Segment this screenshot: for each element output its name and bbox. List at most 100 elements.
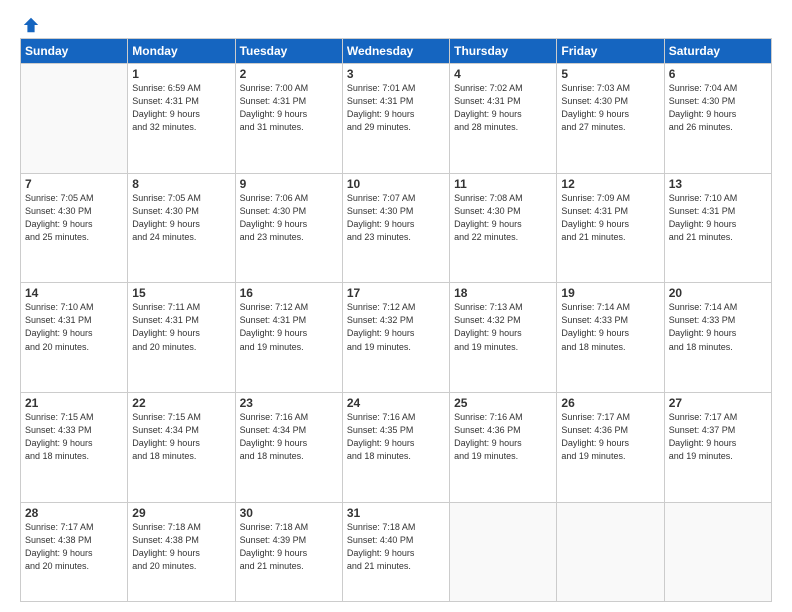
day-detail: Sunrise: 7:07 AMSunset: 4:30 PMDaylight:… [347,192,445,244]
calendar-cell: 24Sunrise: 7:16 AMSunset: 4:35 PMDayligh… [342,393,449,503]
day-detail: Sunrise: 7:13 AMSunset: 4:32 PMDaylight:… [454,301,552,353]
day-number: 14 [25,286,123,300]
day-detail: Sunrise: 7:01 AMSunset: 4:31 PMDaylight:… [347,82,445,134]
day-number: 15 [132,286,230,300]
day-detail: Sunrise: 7:16 AMSunset: 4:36 PMDaylight:… [454,411,552,463]
day-number: 27 [669,396,767,410]
calendar-cell [557,502,664,601]
logo-text [20,16,40,34]
calendar-week-3: 14Sunrise: 7:10 AMSunset: 4:31 PMDayligh… [21,283,772,393]
day-number: 10 [347,177,445,191]
day-detail: Sunrise: 7:00 AMSunset: 4:31 PMDaylight:… [240,82,338,134]
day-number: 23 [240,396,338,410]
calendar-cell: 25Sunrise: 7:16 AMSunset: 4:36 PMDayligh… [450,393,557,503]
day-number: 3 [347,67,445,81]
logo [20,16,40,30]
day-number: 2 [240,67,338,81]
calendar-cell: 29Sunrise: 7:18 AMSunset: 4:38 PMDayligh… [128,502,235,601]
day-number: 8 [132,177,230,191]
day-detail: Sunrise: 7:14 AMSunset: 4:33 PMDaylight:… [669,301,767,353]
calendar-cell: 26Sunrise: 7:17 AMSunset: 4:36 PMDayligh… [557,393,664,503]
day-detail: Sunrise: 7:16 AMSunset: 4:34 PMDaylight:… [240,411,338,463]
day-number: 22 [132,396,230,410]
calendar-cell: 8Sunrise: 7:05 AMSunset: 4:30 PMDaylight… [128,173,235,283]
calendar-week-4: 21Sunrise: 7:15 AMSunset: 4:33 PMDayligh… [21,393,772,503]
day-header-thursday: Thursday [450,39,557,64]
calendar-cell: 19Sunrise: 7:14 AMSunset: 4:33 PMDayligh… [557,283,664,393]
day-detail: Sunrise: 7:03 AMSunset: 4:30 PMDaylight:… [561,82,659,134]
day-number: 18 [454,286,552,300]
calendar-cell: 6Sunrise: 7:04 AMSunset: 4:30 PMDaylight… [664,64,771,174]
day-detail: Sunrise: 7:14 AMSunset: 4:33 PMDaylight:… [561,301,659,353]
day-number: 17 [347,286,445,300]
calendar-cell: 2Sunrise: 7:00 AMSunset: 4:31 PMDaylight… [235,64,342,174]
calendar-cell: 13Sunrise: 7:10 AMSunset: 4:31 PMDayligh… [664,173,771,283]
day-detail: Sunrise: 7:12 AMSunset: 4:32 PMDaylight:… [347,301,445,353]
day-detail: Sunrise: 7:18 AMSunset: 4:40 PMDaylight:… [347,521,445,573]
day-detail: Sunrise: 7:16 AMSunset: 4:35 PMDaylight:… [347,411,445,463]
day-detail: Sunrise: 7:08 AMSunset: 4:30 PMDaylight:… [454,192,552,244]
day-number: 30 [240,506,338,520]
day-number: 12 [561,177,659,191]
calendar-cell: 12Sunrise: 7:09 AMSunset: 4:31 PMDayligh… [557,173,664,283]
calendar-cell: 1Sunrise: 6:59 AMSunset: 4:31 PMDaylight… [128,64,235,174]
calendar-week-1: 1Sunrise: 6:59 AMSunset: 4:31 PMDaylight… [21,64,772,174]
header [20,16,772,30]
day-number: 7 [25,177,123,191]
calendar-cell: 17Sunrise: 7:12 AMSunset: 4:32 PMDayligh… [342,283,449,393]
day-detail: Sunrise: 7:17 AMSunset: 4:36 PMDaylight:… [561,411,659,463]
calendar-cell: 9Sunrise: 7:06 AMSunset: 4:30 PMDaylight… [235,173,342,283]
day-detail: Sunrise: 7:17 AMSunset: 4:37 PMDaylight:… [669,411,767,463]
calendar-cell: 27Sunrise: 7:17 AMSunset: 4:37 PMDayligh… [664,393,771,503]
calendar-cell: 11Sunrise: 7:08 AMSunset: 4:30 PMDayligh… [450,173,557,283]
calendar-cell: 28Sunrise: 7:17 AMSunset: 4:38 PMDayligh… [21,502,128,601]
day-number: 5 [561,67,659,81]
day-number: 11 [454,177,552,191]
day-header-tuesday: Tuesday [235,39,342,64]
calendar-cell: 10Sunrise: 7:07 AMSunset: 4:30 PMDayligh… [342,173,449,283]
day-detail: Sunrise: 7:05 AMSunset: 4:30 PMDaylight:… [25,192,123,244]
day-number: 4 [454,67,552,81]
day-header-wednesday: Wednesday [342,39,449,64]
calendar-cell: 23Sunrise: 7:16 AMSunset: 4:34 PMDayligh… [235,393,342,503]
day-number: 31 [347,506,445,520]
day-detail: Sunrise: 7:10 AMSunset: 4:31 PMDaylight:… [25,301,123,353]
day-number: 16 [240,286,338,300]
day-detail: Sunrise: 7:18 AMSunset: 4:39 PMDaylight:… [240,521,338,573]
day-header-monday: Monday [128,39,235,64]
calendar: SundayMondayTuesdayWednesdayThursdayFrid… [20,38,772,602]
day-header-sunday: Sunday [21,39,128,64]
day-number: 25 [454,396,552,410]
calendar-cell: 31Sunrise: 7:18 AMSunset: 4:40 PMDayligh… [342,502,449,601]
day-number: 28 [25,506,123,520]
day-number: 6 [669,67,767,81]
calendar-cell: 5Sunrise: 7:03 AMSunset: 4:30 PMDaylight… [557,64,664,174]
calendar-cell: 21Sunrise: 7:15 AMSunset: 4:33 PMDayligh… [21,393,128,503]
day-header-saturday: Saturday [664,39,771,64]
day-detail: Sunrise: 7:04 AMSunset: 4:30 PMDaylight:… [669,82,767,134]
calendar-cell: 22Sunrise: 7:15 AMSunset: 4:34 PMDayligh… [128,393,235,503]
day-number: 1 [132,67,230,81]
calendar-cell [664,502,771,601]
day-number: 26 [561,396,659,410]
day-number: 24 [347,396,445,410]
day-detail: Sunrise: 7:10 AMSunset: 4:31 PMDaylight:… [669,192,767,244]
calendar-cell: 4Sunrise: 7:02 AMSunset: 4:31 PMDaylight… [450,64,557,174]
day-detail: Sunrise: 7:02 AMSunset: 4:31 PMDaylight:… [454,82,552,134]
day-number: 13 [669,177,767,191]
calendar-header-row: SundayMondayTuesdayWednesdayThursdayFrid… [21,39,772,64]
day-number: 21 [25,396,123,410]
calendar-week-5: 28Sunrise: 7:17 AMSunset: 4:38 PMDayligh… [21,502,772,601]
calendar-cell: 3Sunrise: 7:01 AMSunset: 4:31 PMDaylight… [342,64,449,174]
day-number: 20 [669,286,767,300]
day-detail: Sunrise: 6:59 AMSunset: 4:31 PMDaylight:… [132,82,230,134]
day-detail: Sunrise: 7:15 AMSunset: 4:34 PMDaylight:… [132,411,230,463]
day-header-friday: Friday [557,39,664,64]
day-detail: Sunrise: 7:18 AMSunset: 4:38 PMDaylight:… [132,521,230,573]
calendar-cell [450,502,557,601]
day-detail: Sunrise: 7:17 AMSunset: 4:38 PMDaylight:… [25,521,123,573]
calendar-cell [21,64,128,174]
day-detail: Sunrise: 7:09 AMSunset: 4:31 PMDaylight:… [561,192,659,244]
calendar-cell: 18Sunrise: 7:13 AMSunset: 4:32 PMDayligh… [450,283,557,393]
calendar-cell: 7Sunrise: 7:05 AMSunset: 4:30 PMDaylight… [21,173,128,283]
